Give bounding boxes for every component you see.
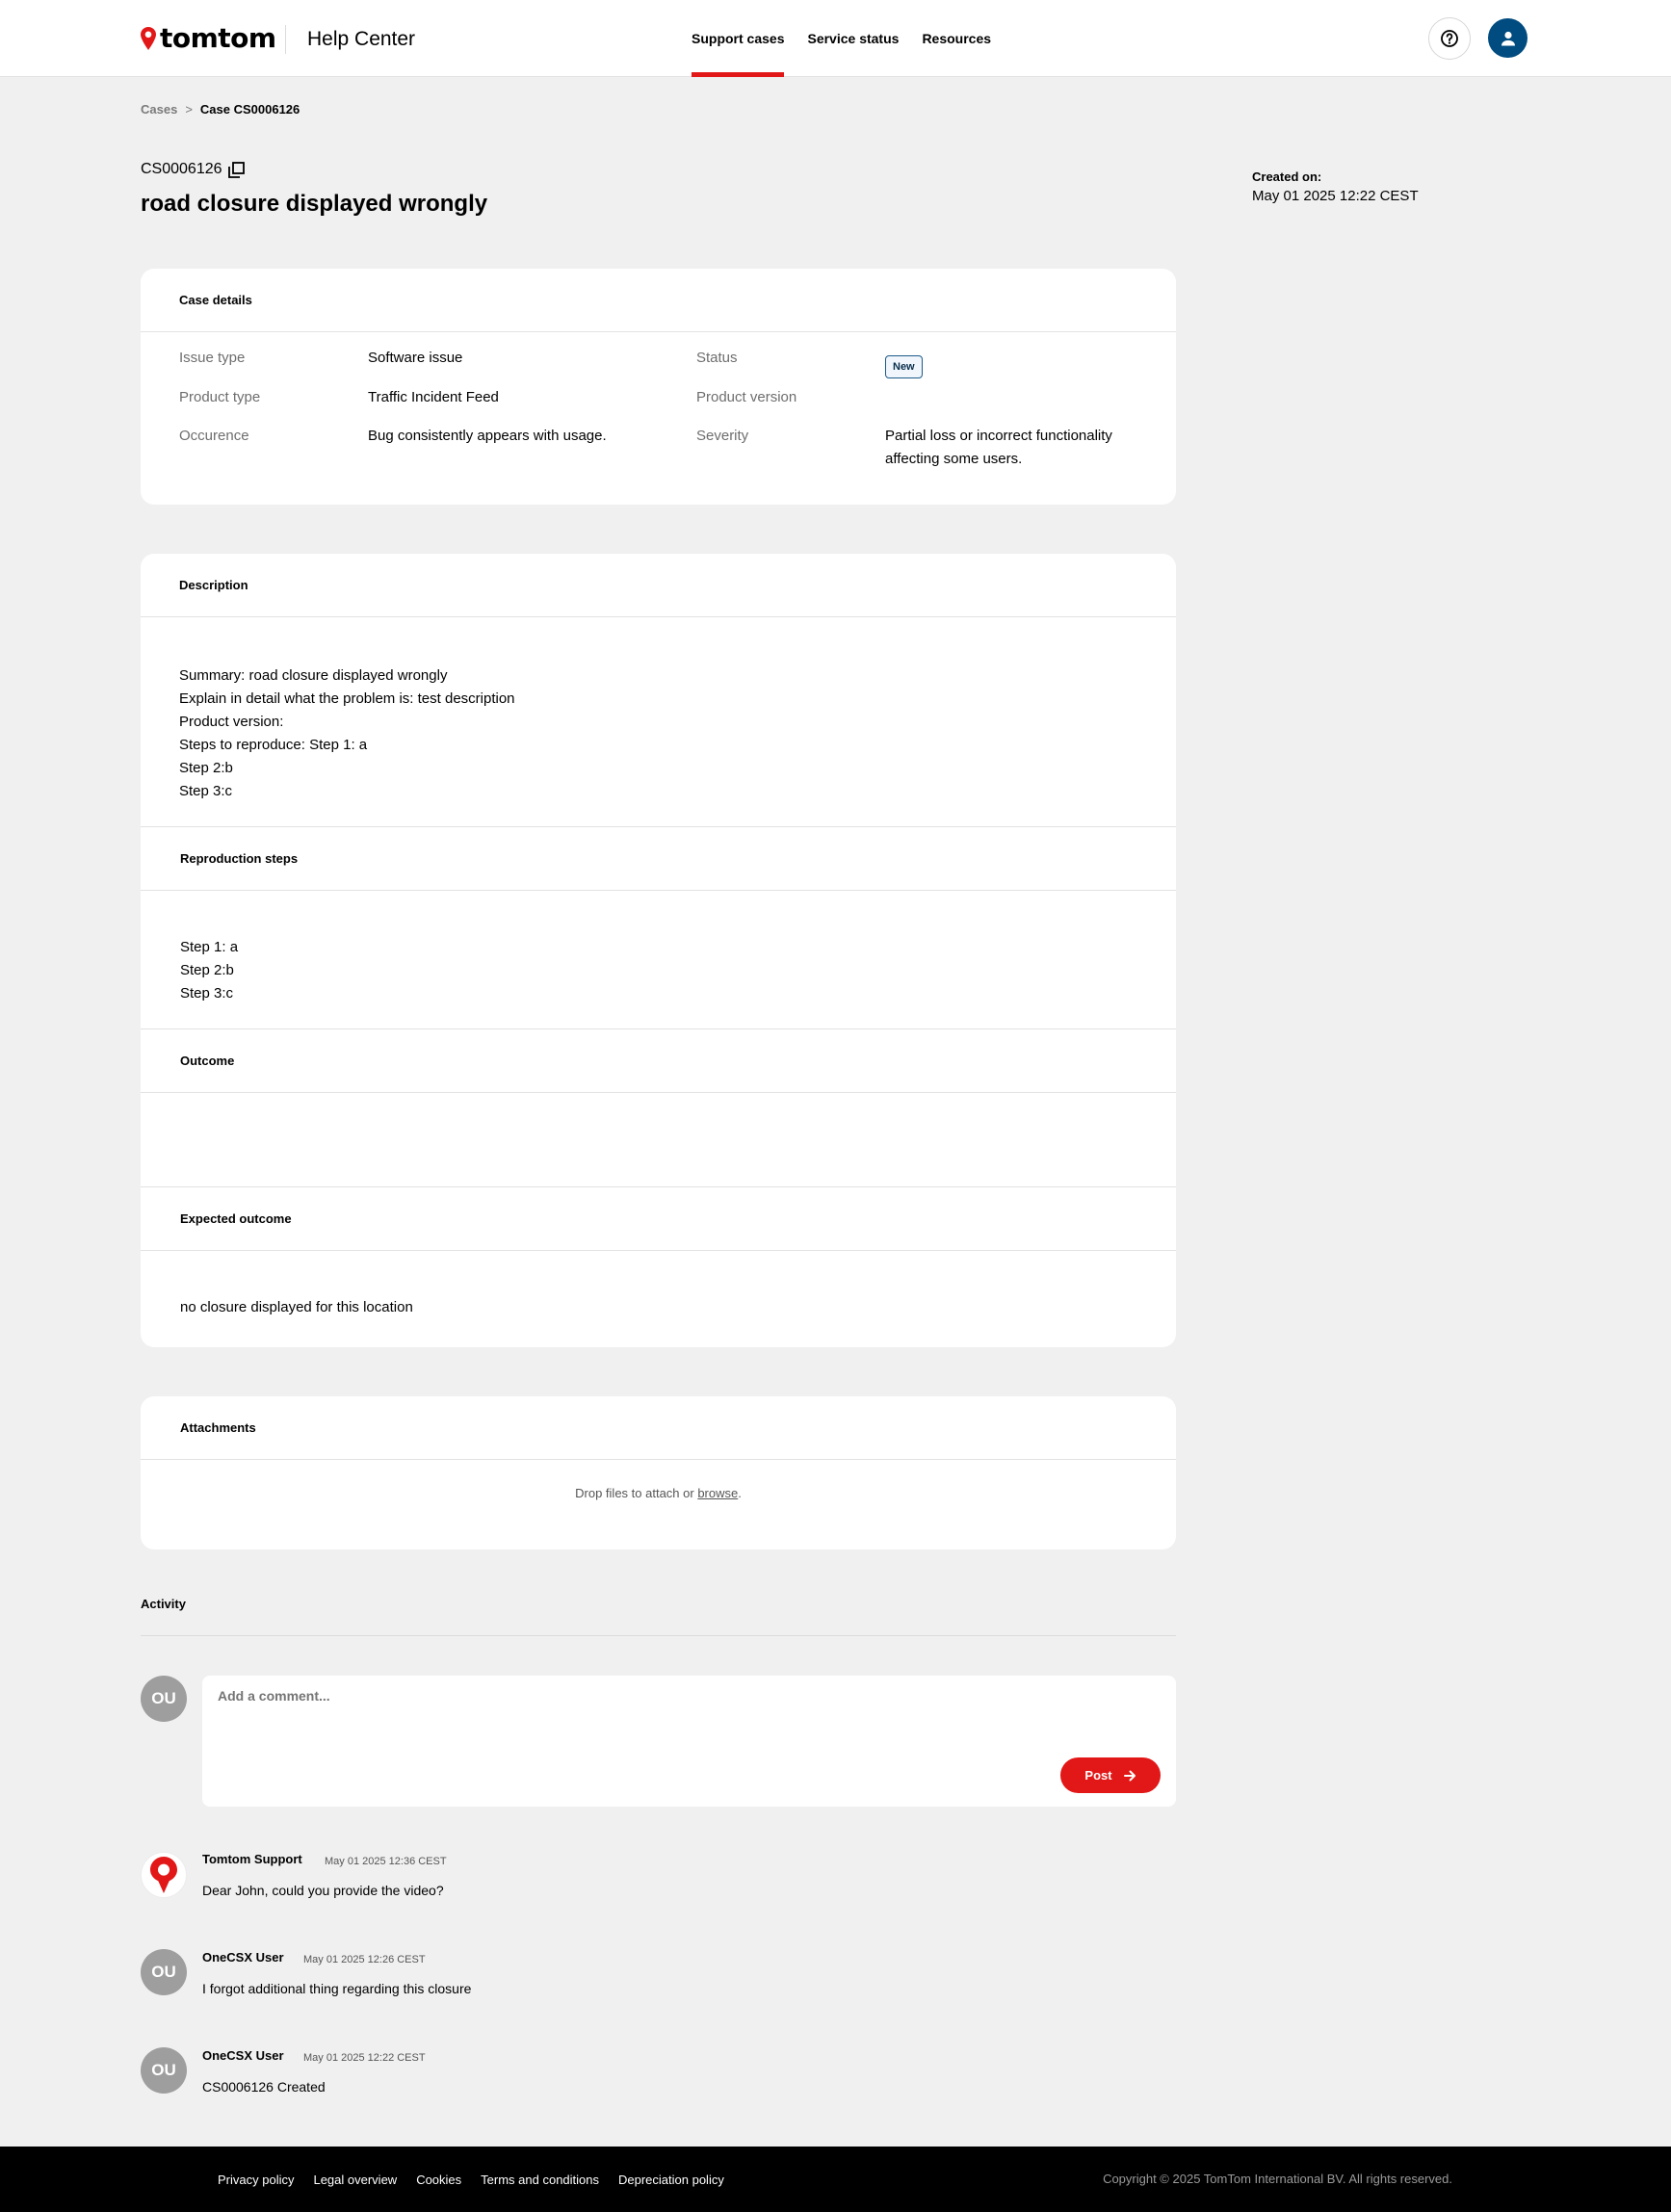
user-icon (1501, 31, 1515, 45)
help-circle-icon (1441, 30, 1458, 47)
created-on-label: Created on: (1252, 169, 1322, 184)
comment-text: Dear John, could you provide the video? (202, 1883, 444, 1898)
comment-input[interactable] (218, 1688, 796, 1704)
page-title: road closure displayed wrongly (141, 191, 488, 217)
comment-box: Post (202, 1676, 1176, 1807)
status-label: Status (696, 350, 738, 366)
activity-divider (141, 1635, 1176, 1636)
comment-time: May 01 2025 12:22 CEST (303, 2052, 426, 2064)
outcome-body (141, 1093, 1176, 1186)
description-line: Product version: (179, 714, 284, 730)
status-badge: New (885, 355, 923, 378)
created-on-value: May 01 2025 12:22 CEST (1252, 188, 1419, 204)
product-type-label: Product type (179, 389, 261, 405)
footer-link-depreciation[interactable]: Depreciation policy (618, 2173, 724, 2187)
description-line: Explain in detail what the problem is: t… (179, 690, 515, 707)
post-button-label: Post (1084, 1768, 1112, 1783)
comment-text: I forgot additional thing regarding this… (202, 1981, 472, 1996)
comment-author: OneCSX User (202, 1950, 284, 1965)
comment-author: Tomtom Support (202, 1852, 302, 1866)
severity-value: Partial loss or incorrect functionality … (885, 428, 1112, 467)
drop-suffix: . (738, 1486, 742, 1500)
case-id: CS0006126 (141, 161, 222, 177)
comment-time: May 01 2025 12:36 CEST (325, 1856, 447, 1867)
expected-outcome-header: Expected outcome (141, 1186, 1176, 1251)
description-line: Steps to reproduce: Step 1: a (179, 737, 368, 753)
issue-type-label: Issue type (179, 350, 246, 366)
expected-outcome-body: no closure displayed for this location (180, 1299, 413, 1315)
occurence-label: Occurence (179, 428, 249, 444)
location-pin-icon (141, 27, 156, 50)
occurence-value: Bug consistently appears with usage. (368, 428, 607, 444)
avatar: OU (141, 1676, 187, 1722)
header-divider (285, 25, 286, 54)
breadcrumb-cases-link[interactable]: Cases (141, 102, 177, 117)
comment-time: May 01 2025 12:26 CEST (303, 1954, 426, 1965)
footer-link-cookies[interactable]: Cookies (416, 2173, 461, 2187)
description-line: Step 2:b (179, 760, 233, 776)
product-version-label: Product version (696, 389, 797, 405)
reproduction-steps-header: Reproduction steps (141, 826, 1176, 891)
footer-links: Privacy policy Legal overview Cookies Te… (218, 2147, 744, 2212)
breadcrumb-separator: > (185, 102, 193, 117)
browse-link[interactable]: browse (697, 1486, 738, 1500)
nav-support-cases[interactable]: Support cases (692, 0, 785, 77)
issue-type-value: Software issue (368, 350, 463, 366)
footer-link-terms[interactable]: Terms and conditions (481, 2173, 599, 2187)
footer: Privacy policy Legal overview Cookies Te… (0, 2147, 1671, 2212)
description-body: Summary: road closure displayed wrongly … (141, 617, 1176, 826)
location-pin-icon (150, 1857, 177, 1893)
reproduction-steps-body: Step 1: a Step 2:b Step 3:c (141, 891, 1176, 1028)
case-details-card: Case details Issue type Software issue P… (141, 269, 1176, 505)
footer-link-legal[interactable]: Legal overview (313, 2173, 397, 2187)
app-title: Help Center (307, 28, 416, 50)
avatar: OU (141, 1949, 187, 1995)
tomtom-support-avatar (141, 1852, 187, 1898)
description-header: Description (141, 554, 1176, 617)
breadcrumb: Cases > Case CS0006126 (141, 102, 300, 117)
copyright: Copyright © 2025 TomTom International BV… (1103, 2172, 1452, 2186)
repro-step: Step 2:b (180, 962, 234, 978)
attachments-card: Attachments Drop files to attach or brow… (141, 1396, 1176, 1549)
copy-icon[interactable] (227, 161, 245, 178)
description-line: Summary: road closure displayed wrongly (179, 667, 448, 684)
top-header: tomtom Help Center Support cases Service… (0, 0, 1671, 77)
case-details-header: Case details (141, 269, 1176, 332)
post-button[interactable]: Post (1060, 1757, 1161, 1793)
comment-author: OneCSX User (202, 2048, 284, 2063)
help-button[interactable] (1428, 17, 1471, 60)
repro-step: Step 1: a (180, 939, 239, 955)
logo-wordmark: tomtom (160, 22, 276, 54)
breadcrumb-current: Case CS0006126 (199, 102, 300, 117)
tomtom-logo[interactable]: tomtom (141, 23, 276, 54)
comment-text: CS0006126 Created (202, 2079, 326, 2095)
main-nav: Support cases Service status Resources (692, 0, 1014, 77)
severity-label: Severity (696, 428, 749, 444)
outcome-header: Outcome (141, 1028, 1176, 1093)
drop-files-text: Drop files to attach or (575, 1486, 698, 1500)
case-details-grid: Issue type Software issue Product type T… (141, 332, 1176, 504)
case-id-row: CS0006126 (141, 160, 245, 179)
arrow-right-icon (1123, 1770, 1136, 1782)
user-menu-button[interactable] (1488, 18, 1527, 58)
description-card: Description Summary: road closure displa… (141, 554, 1176, 1347)
product-type-value: Traffic Incident Feed (368, 389, 499, 405)
file-drop-zone[interactable]: Drop files to attach or browse. (141, 1460, 1176, 1549)
avatar: OU (141, 2047, 187, 2094)
footer-link-privacy[interactable]: Privacy policy (218, 2173, 294, 2187)
repro-step: Step 3:c (180, 985, 234, 1002)
nav-resources[interactable]: Resources (922, 0, 991, 77)
attachments-header: Attachments (141, 1396, 1176, 1460)
description-line: Step 3:c (179, 783, 233, 799)
nav-service-status[interactable]: Service status (807, 0, 899, 77)
activity-title: Activity (141, 1597, 186, 1611)
